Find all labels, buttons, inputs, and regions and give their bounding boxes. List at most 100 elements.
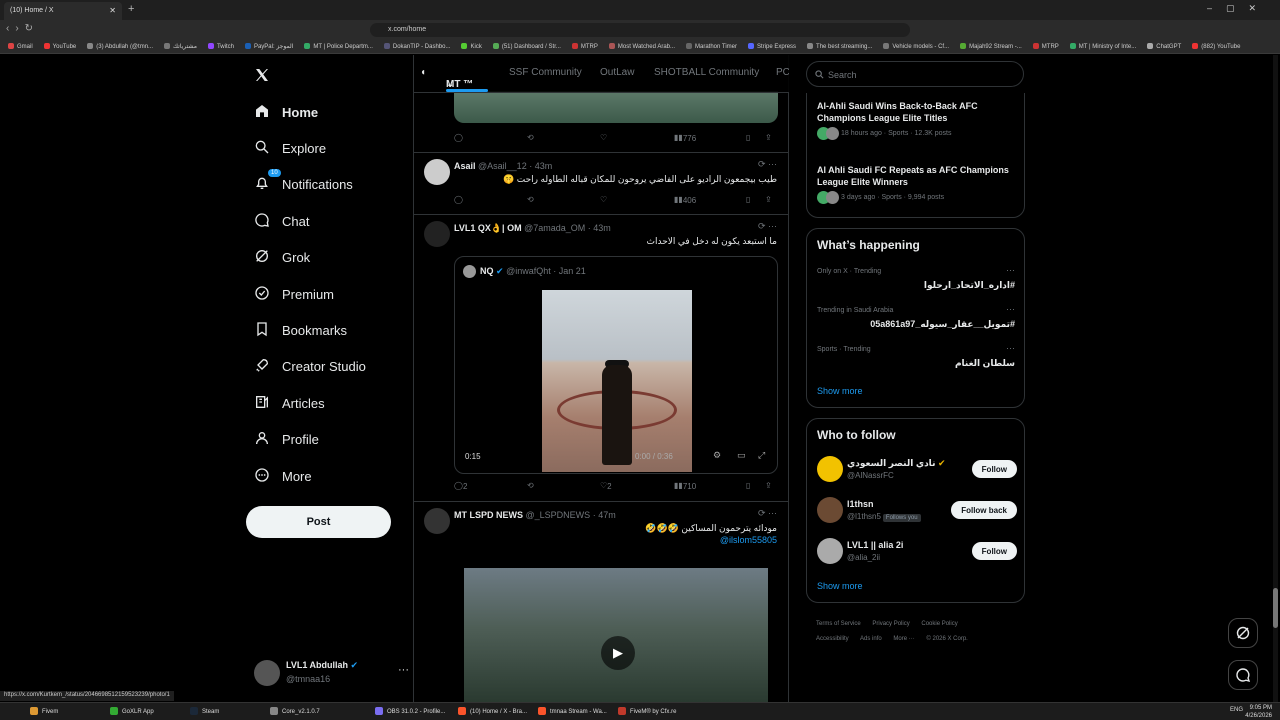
bookmark-item[interactable]: MTRP	[1032, 43, 1059, 50]
show-more-link[interactable]: Show more	[817, 581, 863, 591]
taskbar-app[interactable]: Core_v2.1.0.7	[270, 707, 320, 715]
bookmark-item[interactable]: MT | Police Departm...	[304, 43, 373, 50]
trend-item[interactable]: Trending in Saudi Arabia ··· #تمويل__عقا…	[817, 304, 1015, 343]
bookmark-item[interactable]: Kick	[461, 43, 482, 50]
taskbar-app[interactable]: Fivem	[30, 707, 58, 715]
bookmark-item[interactable]: Stripe Express	[748, 43, 796, 50]
system-clock[interactable]: 9:05 PM 4/26/2026	[1245, 704, 1272, 720]
bookmark-item[interactable]: The best streaming...	[807, 43, 872, 50]
nav-item-bookmarks[interactable]: Bookmarks	[254, 315, 347, 345]
share-icon[interactable]: ⇪	[765, 133, 772, 142]
bookmark-icon[interactable]: ▯	[746, 481, 750, 490]
tab-shotball-community[interactable]: SHOTBALL Community	[654, 67, 759, 78]
bookmark-item[interactable]: Marathon Timer	[686, 43, 737, 50]
bookmark-item[interactable]: مشترياتك	[164, 43, 197, 50]
nav-item-chat[interactable]: Chat	[254, 206, 309, 236]
more-dots-icon[interactable]: ···	[1006, 343, 1015, 353]
new-tab-icon[interactable]: +	[128, 3, 134, 15]
play-icon[interactable]: ▶	[601, 636, 635, 670]
tweet-more-icon[interactable]: ⟳ ···	[758, 221, 777, 232]
close-tab-icon[interactable]: ✕	[109, 6, 116, 15]
reply-icon[interactable]: ◯	[454, 195, 463, 204]
reply-count[interactable]: ◯ 2	[454, 481, 467, 491]
nav-item-home[interactable]: Home	[254, 97, 318, 127]
news-item[interactable]: Al Ahli Saudi FC Repeats as AFC Champion…	[817, 164, 1017, 204]
follow-button[interactable]: Follow	[971, 542, 1017, 560]
like-icon[interactable]: ♡	[600, 195, 607, 204]
nav-item-articles[interactable]: Articles	[254, 388, 325, 418]
grok-fab-icon[interactable]	[1228, 618, 1258, 648]
like-icon[interactable]: ♡	[600, 133, 607, 142]
tweet-more-icon[interactable]: ⟳ ···	[758, 508, 777, 519]
window-controls[interactable]: –▢✕	[1207, 3, 1270, 14]
bookmark-item[interactable]: (3) Abdullah (@tmn...	[87, 43, 153, 50]
footer-link[interactable]: Ads info	[860, 636, 882, 642]
footer-link[interactable]: More ···	[893, 636, 914, 642]
nav-item-explore[interactable]: Explore	[254, 133, 326, 163]
nav-item-profile[interactable]: Profile	[254, 425, 319, 455]
bookmark-item[interactable]: Twitch	[207, 43, 234, 50]
tab-pc[interactable]: PC	[776, 67, 789, 78]
footer-link[interactable]: Privacy Policy	[872, 621, 909, 627]
scrollbar-thumb[interactable]	[1273, 588, 1278, 628]
x-logo-icon[interactable]	[254, 67, 270, 83]
views-count[interactable]: ▮▮ 776	[674, 133, 696, 143]
pip-icon[interactable]: ▭	[737, 450, 746, 461]
retweet-icon[interactable]: ⟲	[527, 481, 534, 490]
tweet[interactable]: Asail @Asail__12 · 43m ⟳ ··· طيب بيجمعون…	[414, 153, 789, 215]
video-player[interactable]: ▶	[464, 568, 768, 702]
footer-link[interactable]: Cookie Policy	[921, 621, 957, 627]
share-icon[interactable]: ⇪	[765, 481, 772, 490]
bookmark-item[interactable]: YouTube	[43, 43, 76, 50]
footer-link[interactable]: Terms of Service	[816, 621, 861, 627]
retweet-icon[interactable]: ⟲	[527, 195, 534, 204]
footer-link[interactable]: Accessibility	[816, 636, 849, 642]
views-count[interactable]: ▮▮ 710	[674, 481, 696, 491]
scrollbar[interactable]	[1273, 55, 1278, 702]
messages-fab-icon[interactable]	[1228, 660, 1258, 690]
tweet-media[interactable]	[454, 91, 778, 123]
follow-suggestion[interactable]: l1thsn @l1thsn5 Follows you Follow back	[817, 495, 1017, 525]
bookmark-icon[interactable]: ▯	[746, 195, 750, 204]
bookmark-item[interactable]: Majah92 Stream -...	[960, 43, 1022, 50]
more-dots-icon[interactable]: ···	[1006, 265, 1015, 275]
bookmark-item[interactable]: Gmail	[8, 43, 33, 50]
bookmark-item[interactable]: PayPal: الموجز	[244, 43, 293, 50]
fullscreen-icon[interactable]: ⤢	[758, 450, 765, 461]
url-field[interactable]: x.com/home	[370, 23, 910, 37]
news-item[interactable]: Al-Ahli Saudi Wins Back-to-Back AFC Cham…	[817, 100, 1017, 140]
video-player[interactable]	[542, 290, 692, 472]
bookmark-item[interactable]: DokanTIP - Dashbo...	[383, 43, 450, 50]
trend-item[interactable]: Only on X · Trending ··· #اداره_الاتحاد_…	[817, 265, 1015, 304]
views-count[interactable]: ▮▮ 406	[674, 195, 696, 205]
tab-outlaw[interactable]: OutLaw	[600, 67, 634, 78]
nav-buttons[interactable]: ‹›↻	[6, 23, 39, 34]
tab-ssf-community[interactable]: SSF Community	[509, 67, 582, 78]
more-dots-icon[interactable]: ···	[398, 664, 409, 676]
taskbar-app[interactable]: Steam	[190, 707, 219, 715]
taskbar-app[interactable]: GoXLR App	[110, 707, 154, 715]
nav-item-more[interactable]: More	[254, 461, 312, 491]
pin-icon[interactable]: ◖	[420, 67, 426, 78]
browser-tab[interactable]: (10) Home / X ✕	[4, 2, 122, 20]
taskbar-app[interactable]: tmnaa Stream - Wa...	[538, 707, 607, 715]
share-icon[interactable]: ⇪	[765, 195, 772, 204]
reply-icon[interactable]: ◯	[454, 133, 463, 142]
taskbar-app[interactable]: OBS 31.0.2 - Profile...	[375, 707, 445, 715]
nav-item-premium[interactable]: Premium	[254, 279, 334, 309]
follow-back-button[interactable]: Follow back	[951, 501, 1017, 519]
post-button[interactable]: Post	[246, 506, 391, 538]
search-input[interactable]: Search	[806, 61, 1024, 87]
taskbar-app[interactable]: FiveM® by Cfx.re	[618, 707, 676, 715]
bookmark-item[interactable]: MT | Ministry of Inte...	[1069, 43, 1136, 50]
like-count[interactable]: ♡ 2	[600, 481, 612, 491]
bookmark-item[interactable]: ChatGPT	[1147, 43, 1181, 50]
bookmark-item[interactable]: (882) YouTube	[1192, 43, 1240, 50]
tweet[interactable]: LVL1 QX👌| OM @7amada_OM · 43m ⟳ ··· ما ا…	[414, 215, 789, 502]
follow-suggestion[interactable]: نادي النصر السعودي ✔ @AlNassrFC Follow	[817, 454, 1017, 484]
quoted-tweet[interactable]: NQ ✔ @inwafQht · Jan 21 0:15 0:00 / 0:36…	[454, 256, 778, 474]
follow-button[interactable]: Follow	[971, 460, 1017, 478]
bookmark-item[interactable]: MTRP	[571, 43, 598, 50]
tweet-more-icon[interactable]: ⟳ ···	[758, 159, 777, 170]
trend-item[interactable]: Sports · Trending ··· سلطان الغنام	[817, 343, 1015, 382]
